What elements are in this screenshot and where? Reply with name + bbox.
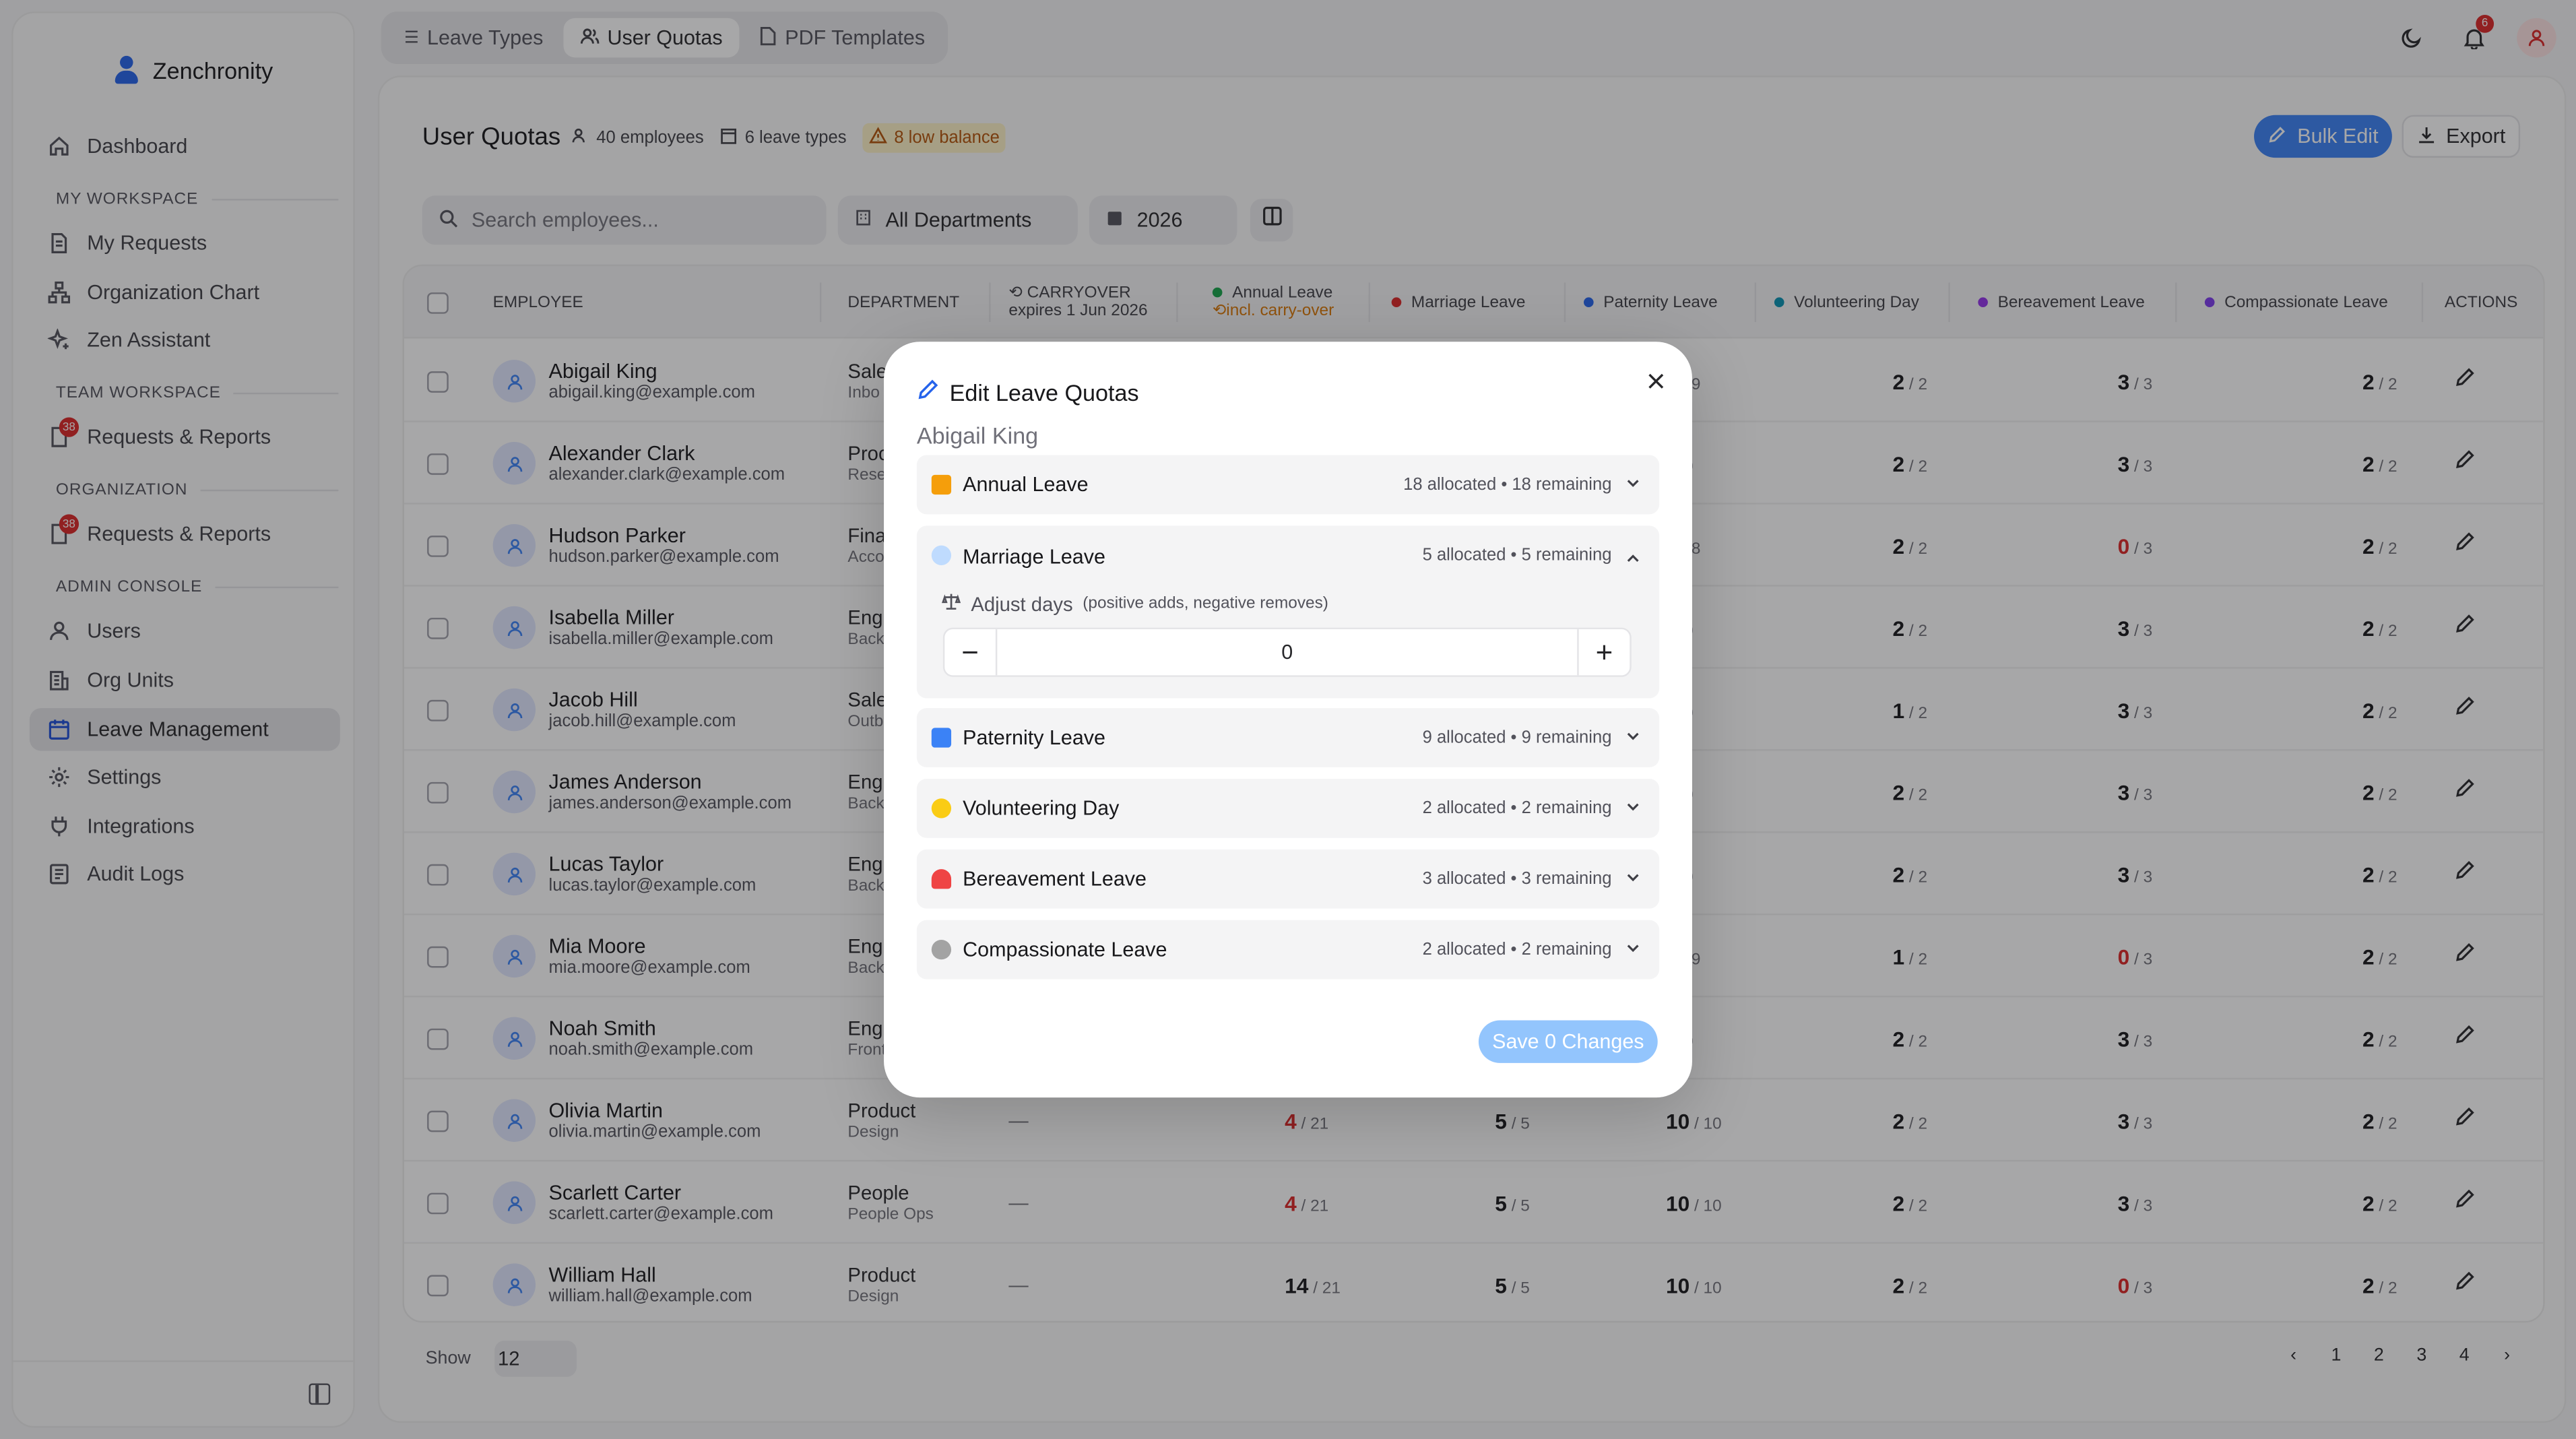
modal-header: Edit Leave Quotas	[917, 378, 1139, 406]
chevron-down-icon	[1625, 935, 1641, 965]
increment-button[interactable]: +	[1577, 629, 1630, 676]
leave-label: Paternity Leave	[963, 726, 1105, 750]
modal-employee-name: Abigail King	[916, 422, 1039, 449]
leave-label: Compassionate Leave	[963, 938, 1167, 961]
leave-meta: 9 allocated • 9 remaining	[1422, 728, 1612, 748]
flower-icon	[931, 869, 952, 889]
chevron-down-icon	[1625, 470, 1641, 499]
leave-meta: 2 allocated • 2 remaining	[1422, 798, 1612, 819]
beach-icon	[931, 474, 952, 495]
pencil-icon	[917, 378, 940, 406]
leave-row-annual[interactable]: Annual Leave 18 allocated • 18 remaining	[916, 455, 1660, 515]
ring-icon	[931, 545, 952, 565]
leave-label: Marriage Leave	[963, 545, 1105, 569]
adjust-value[interactable]: 0	[997, 629, 1577, 675]
family-icon	[931, 728, 952, 748]
leave-label: Volunteering Day	[963, 796, 1120, 820]
close-icon[interactable]	[1643, 368, 1669, 394]
chevron-down-icon	[1625, 723, 1641, 753]
modal-title: Edit Leave Quotas	[949, 379, 1139, 406]
leave-row-bereavement[interactable]: Bereavement Leave 3 allocated • 3 remain…	[916, 849, 1660, 909]
scale-icon	[941, 591, 961, 616]
adjust-days: Adjust days (positive adds, negative rem…	[941, 591, 1328, 616]
leave-row-volunteering[interactable]: Volunteering Day 2 allocated • 2 remaini…	[916, 778, 1660, 838]
leave-meta: 18 allocated • 18 remaining	[1403, 474, 1612, 495]
edit-quotas-modal: Edit Leave Quotas Abigail King Annual Le…	[884, 342, 1692, 1098]
leave-label: Bereavement Leave	[963, 867, 1147, 891]
chevron-down-icon	[1625, 864, 1641, 894]
adjust-days-stepper: − 0 +	[942, 627, 1632, 677]
handshake-icon	[931, 798, 952, 819]
leave-meta: 3 allocated • 3 remaining	[1422, 869, 1612, 889]
adjust-label: Adjust days	[971, 592, 1073, 616]
leave-meta: 5 allocated • 5 remaining	[1422, 545, 1612, 565]
leave-row-paternity[interactable]: Paternity Leave 9 allocated • 9 remainin…	[916, 708, 1660, 767]
chevron-up-icon	[1625, 546, 1641, 575]
adjust-hint: (positive adds, negative removes)	[1083, 594, 1328, 613]
decrement-button[interactable]: −	[944, 629, 998, 676]
leave-row-compassionate[interactable]: Compassionate Leave 2 allocated • 2 rema…	[916, 920, 1660, 980]
save-changes-button[interactable]: Save 0 Changes	[1478, 1020, 1658, 1063]
leave-label: Annual Leave	[963, 473, 1089, 497]
leave-row-marriage[interactable]: Marriage Leave 5 allocated • 5 remaining…	[916, 525, 1660, 699]
leave-meta: 2 allocated • 2 remaining	[1422, 939, 1612, 960]
dove-icon	[931, 939, 952, 960]
chevron-down-icon	[1625, 794, 1641, 823]
